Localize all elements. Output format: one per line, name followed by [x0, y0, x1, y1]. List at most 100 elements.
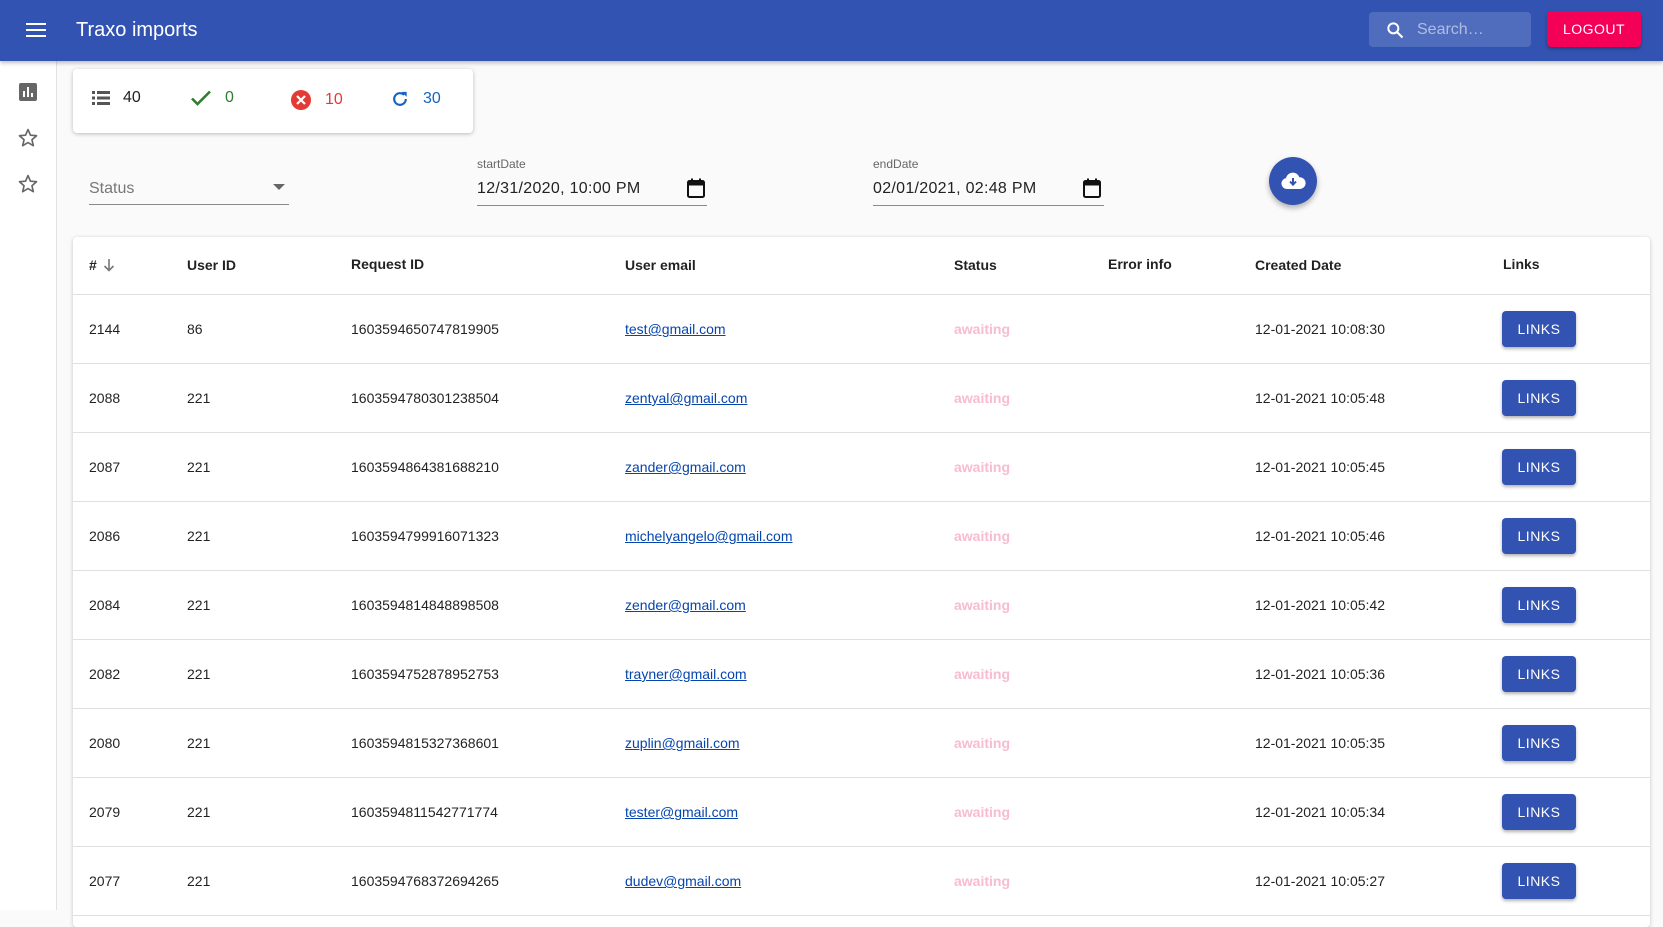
cell-email[interactable]: zentyal@gmail.com [625, 390, 747, 406]
table-row: 2079 221 1603594811542771774 tester@gmail.c… [73, 778, 1650, 847]
cell-user-id: 221 [187, 804, 211, 820]
cell-status: awaiting [954, 390, 1011, 406]
cell-status: awaiting [954, 597, 1011, 613]
end-date-value[interactable]: 02/01/2021, 02:48 PM [873, 180, 1036, 198]
cell-user-id: 221 [187, 873, 211, 889]
links-button[interactable]: LINKS [1502, 725, 1576, 761]
check-icon [191, 90, 211, 106]
cell-email[interactable]: zander@gmail.com [625, 459, 746, 475]
column-header-error-info[interactable]: Error info [1108, 256, 1172, 272]
links-button[interactable]: LINKS [1502, 380, 1576, 416]
total-stat[interactable]: 40 [92, 89, 141, 107]
table-row: 2077 221 1603594768372694265 dudev@gmail.co… [73, 847, 1650, 916]
cell-status: awaiting [954, 804, 1011, 820]
cell-request-id: 1603594811542771774 [351, 804, 498, 820]
cell-created-date: 12-01-2021 10:08:30 [1255, 321, 1385, 337]
end-date-underline [873, 205, 1104, 206]
column-header-links[interactable]: Links [1503, 256, 1540, 272]
success-stat[interactable]: 0 [190, 89, 234, 107]
cell-number: 2079 [89, 804, 121, 820]
cell-user-id: 221 [187, 390, 211, 406]
cell-created-date: 12-01-2021 10:05:45 [1255, 459, 1385, 475]
success-count: 0 [225, 89, 234, 106]
start-date-field[interactable]: startDate 12/31/2020, 10:00 PM [477, 157, 707, 207]
cell-email[interactable]: zuplin@gmail.com [625, 735, 740, 751]
links-button[interactable]: LINKS [1502, 311, 1576, 347]
cell-email[interactable]: trayner@gmail.com [625, 666, 747, 682]
logout-button[interactable]: LOGOUT [1547, 11, 1641, 47]
bar-chart-icon[interactable] [16, 80, 40, 104]
total-count: 40 [123, 89, 141, 106]
cell-status: awaiting [954, 321, 1011, 337]
links-button[interactable]: LINKS [1502, 518, 1576, 554]
list-icon [92, 91, 110, 105]
table-row: 2088 221 1603594780301238504 zentyal@gmail.… [73, 364, 1650, 433]
cell-status: awaiting [954, 873, 1011, 889]
table-row: 2084 221 1603594814848898508 zender@gmail.c… [73, 571, 1650, 640]
cell-request-id: 1603594752878952753 [351, 666, 499, 682]
pending-stat[interactable]: 30 [390, 89, 441, 109]
failed-stat[interactable]: 10 [290, 89, 343, 111]
cell-user-id: 221 [187, 597, 211, 613]
cell-number: 2086 [89, 528, 121, 544]
end-date-field[interactable]: endDate 02/01/2021, 02:48 PM [873, 157, 1104, 207]
links-button[interactable]: LINKS [1502, 449, 1576, 485]
sort-arrow-down-icon[interactable] [103, 258, 115, 272]
sidebar [0, 61, 57, 910]
table-header: # User ID Request ID User email Status E… [73, 237, 1650, 295]
cell-user-id: 86 [187, 321, 203, 337]
pending-count: 30 [423, 90, 441, 107]
start-date-value[interactable]: 12/31/2020, 10:00 PM [477, 180, 640, 198]
table-row: 2080 221 1603594815327368601 zuplin@gmail.c… [73, 709, 1650, 778]
star-outline-icon[interactable] [16, 172, 40, 196]
app-title: Traxo imports [76, 19, 198, 41]
column-header-user-id[interactable]: User ID [187, 257, 236, 273]
search-icon [1387, 21, 1404, 38]
cell-request-id: 1603594799916071323 [351, 528, 499, 544]
column-header-created-date[interactable]: Created Date [1255, 257, 1341, 273]
cell-number: 2088 [89, 390, 121, 406]
cell-email[interactable]: zender@gmail.com [625, 597, 746, 613]
cell-email[interactable]: michelyangelo@gmail.com [625, 528, 793, 544]
cell-number: 2144 [89, 321, 121, 337]
cell-email[interactable]: tester@gmail.com [625, 804, 738, 820]
cell-number: 2080 [89, 735, 121, 751]
cell-created-date: 12-01-2021 10:05:27 [1255, 873, 1385, 889]
column-header-request-id[interactable]: Request ID [351, 256, 424, 272]
search-input[interactable] [1415, 19, 1525, 40]
cell-request-id: 1603594768372694265 [351, 873, 499, 889]
cell-user-id: 221 [187, 459, 211, 475]
end-date-label: endDate [873, 157, 919, 171]
column-header-status[interactable]: Status [954, 257, 997, 273]
error-circle-icon [291, 90, 311, 110]
status-select[interactable]: Status [89, 175, 289, 205]
download-button[interactable] [1269, 157, 1317, 205]
calendar-icon[interactable] [687, 178, 705, 198]
cell-status: awaiting [954, 528, 1011, 544]
cell-request-id: 1603594815327368601 [351, 735, 499, 751]
cell-status: awaiting [954, 735, 1011, 751]
search-box[interactable] [1369, 12, 1531, 47]
cell-email[interactable]: dudev@gmail.com [625, 873, 741, 889]
links-button[interactable]: LINKS [1502, 656, 1576, 692]
links-button[interactable]: LINKS [1502, 863, 1576, 899]
start-date-underline [477, 205, 707, 206]
start-date-label: startDate [477, 157, 526, 171]
cell-email[interactable]: test@gmail.com [625, 321, 726, 337]
app-bar: Traxo imports LOGOUT [0, 0, 1663, 61]
column-header-email[interactable]: User email [625, 257, 696, 273]
cell-created-date: 12-01-2021 10:05:46 [1255, 528, 1385, 544]
column-header-number[interactable]: # [89, 257, 115, 273]
star-outline-icon[interactable] [16, 126, 40, 150]
cell-request-id: 1603594864381688210 [351, 459, 499, 475]
menu-icon[interactable] [18, 15, 54, 45]
calendar-icon[interactable] [1083, 178, 1101, 198]
summary-card: 40 0 10 30 [73, 69, 473, 133]
cell-created-date: 12-01-2021 10:05:36 [1255, 666, 1385, 682]
links-button[interactable]: LINKS [1502, 794, 1576, 830]
status-select-label: Status [89, 180, 135, 197]
cell-request-id: 1603594814848898508 [351, 597, 499, 613]
cell-status: awaiting [954, 666, 1011, 682]
cell-created-date: 12-01-2021 10:05:48 [1255, 390, 1385, 406]
links-button[interactable]: LINKS [1502, 587, 1576, 623]
